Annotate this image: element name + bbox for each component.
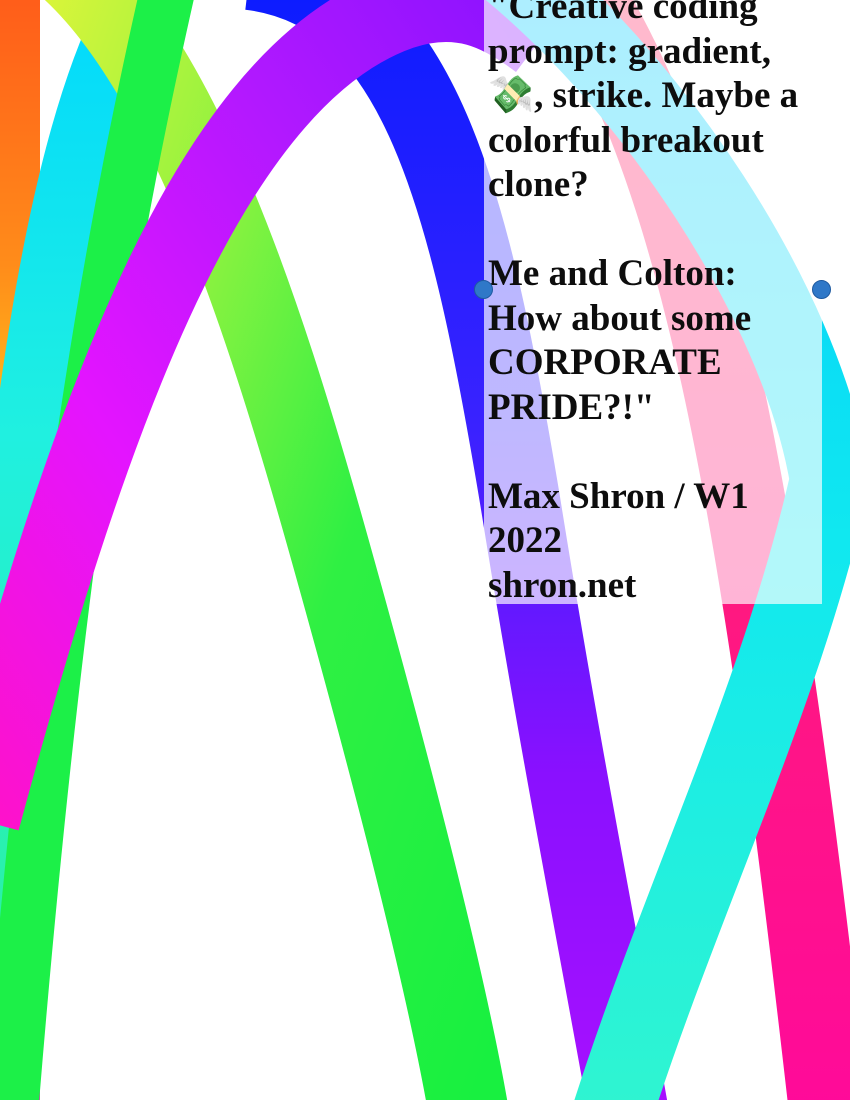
caption-line: PRIDE?!" [488,386,655,428]
caption-line [488,208,822,253]
caption-line: Max Shron / W1 [488,475,749,517]
caption-line: 💸, strike. Maybe a [488,75,799,116]
caption-line: clone? [488,164,589,205]
caption-line: "Creative coding [488,0,758,27]
resize-handle-right[interactable] [812,280,831,299]
caption-text-box[interactable]: "Creative coding prompt: gradient, 💸, stri… [484,0,822,606]
caption-line [488,430,822,475]
caption-line: shron.net [488,564,637,606]
caption-line: colorful breakout [488,119,764,161]
caption-line: Me and Colton: [488,253,737,294]
caption-line: 2022 [488,520,562,561]
caption-line: CORPORATE [488,342,722,383]
resize-handle-left[interactable] [474,280,493,299]
caption-line: How about some [488,297,752,339]
caption-line: prompt: gradient, [488,30,771,72]
caption-text: "Creative coding prompt: gradient, 💸, stri… [488,0,822,608]
